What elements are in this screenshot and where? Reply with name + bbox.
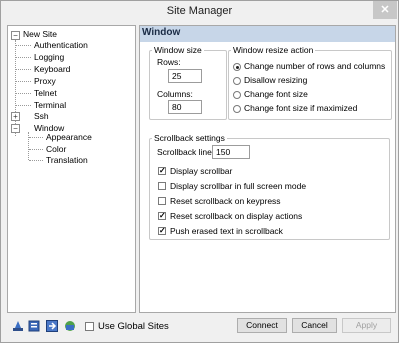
export-icon[interactable] xyxy=(63,319,77,333)
tree-connector xyxy=(29,149,43,150)
resize-option-radio-font-size[interactable] xyxy=(233,91,241,99)
resize-action-legend: Window resize action xyxy=(231,45,316,55)
display-scrollbar-checkbox[interactable]: ✓ xyxy=(158,167,166,175)
push-erased-text-checkbox[interactable]: ✓ xyxy=(158,227,166,235)
tree-connector xyxy=(16,69,31,70)
rows-label: Rows: xyxy=(157,57,181,67)
resize-option-label-disallow: Disallow resizing xyxy=(244,75,308,85)
display-scrollbar-fullscreen-checkbox[interactable] xyxy=(158,182,166,190)
resize-option-label-font-size-maximized: Change font size if maximized xyxy=(244,103,358,113)
import-icon[interactable] xyxy=(45,319,59,333)
resize-option-radio-disallow[interactable] xyxy=(233,77,241,85)
scrollback-lines-label: Scrollback lines: xyxy=(157,147,219,157)
tree-connector xyxy=(16,93,31,94)
tree-node-color[interactable]: Color xyxy=(46,144,66,154)
use-global-sites-label: Use Global Sites xyxy=(98,321,169,332)
expand-icon[interactable]: + xyxy=(11,112,20,121)
reset-on-display-label: Reset scrollback on display actions xyxy=(170,211,303,221)
window-size-legend: Window size xyxy=(152,45,204,55)
new-folder-icon[interactable] xyxy=(27,319,41,333)
tree-node-terminal[interactable]: Terminal xyxy=(34,100,66,110)
display-scrollbar-label: Display scrollbar xyxy=(170,166,233,176)
settings-panel: Window Window size Rows: 25 Columns: 80 … xyxy=(139,25,396,313)
cancel-button[interactable]: Cancel xyxy=(292,318,337,333)
tree-connector xyxy=(29,137,43,138)
site-manager-window: Site Manager ✕ − New Site Authentication… xyxy=(0,0,399,343)
columns-input[interactable]: 80 xyxy=(168,100,202,114)
close-button[interactable]: ✕ xyxy=(373,1,397,19)
resize-option-radio-font-size-maximized[interactable] xyxy=(233,105,241,113)
tree-node-appearance[interactable]: Appearance xyxy=(46,132,92,142)
scrollback-legend: Scrollback settings xyxy=(152,133,227,143)
display-scrollbar-fullscreen-label: Display scrollbar in full screen mode xyxy=(170,181,307,191)
resize-option-radio-rows-columns[interactable] xyxy=(233,63,241,71)
reset-on-keypress-label: Reset scrollback on keypress xyxy=(170,196,281,206)
tree-node-proxy[interactable]: Proxy xyxy=(34,76,56,86)
resize-option-label-font-size: Change font size xyxy=(244,89,308,99)
tree-node-ssh[interactable]: Ssh xyxy=(34,111,49,121)
tree-node-root[interactable]: New Site xyxy=(23,29,57,39)
tree-connector xyxy=(16,45,31,46)
tree-connector xyxy=(15,40,16,136)
settings-tree: − New Site Authentication Logging Keyboa… xyxy=(7,25,136,313)
tree-connector xyxy=(16,57,31,58)
rows-input[interactable]: 25 xyxy=(168,69,202,83)
columns-label: Columns: xyxy=(157,89,193,99)
tree-connector xyxy=(16,81,31,82)
use-global-sites-checkbox[interactable] xyxy=(85,322,94,331)
scrollback-lines-input[interactable]: 150 xyxy=(212,145,250,159)
collapse-icon[interactable]: − xyxy=(11,124,20,133)
tree-node-authentication[interactable]: Authentication xyxy=(34,40,88,50)
connect-button[interactable]: Connect xyxy=(237,318,287,333)
tree-connector xyxy=(29,160,43,161)
reset-on-keypress-checkbox[interactable] xyxy=(158,197,166,205)
tree-node-telnet[interactable]: Telnet xyxy=(34,88,57,98)
push-erased-text-label: Push erased text in scrollback xyxy=(170,226,283,236)
reset-on-display-checkbox[interactable]: ✓ xyxy=(158,212,166,220)
tree-node-logging[interactable]: Logging xyxy=(34,52,64,62)
tree-node-translation[interactable]: Translation xyxy=(46,155,88,165)
tree-node-keyboard[interactable]: Keyboard xyxy=(34,64,70,74)
collapse-icon[interactable]: − xyxy=(11,31,20,40)
resize-option-label-rows-columns: Change number of rows and columns xyxy=(244,61,386,71)
title-bar: Site Manager ✕ xyxy=(1,1,398,23)
window-title: Site Manager xyxy=(166,5,233,17)
new-site-icon[interactable] xyxy=(11,319,25,333)
panel-title: Window xyxy=(142,27,181,38)
apply-button[interactable]: Apply xyxy=(342,318,391,333)
tree-connector xyxy=(16,105,31,106)
panel-header: Window xyxy=(140,26,395,42)
